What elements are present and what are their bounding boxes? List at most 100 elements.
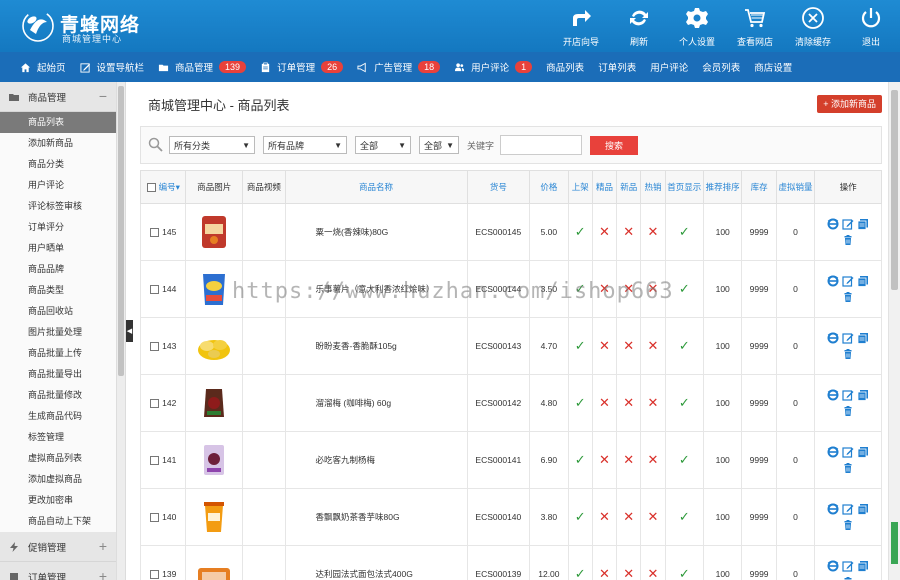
sidebar-item[interactable]: 商品列表	[0, 112, 125, 133]
trash-icon[interactable]	[842, 576, 854, 580]
clear-cache-button[interactable]: 清除缓存	[784, 0, 842, 52]
cell-stock[interactable]: 9999	[741, 203, 777, 261]
nav-product-management[interactable]: 商品管理 139	[158, 60, 247, 74]
nav-setup-navbar[interactable]: 设置导航栏	[79, 60, 144, 74]
cell-stock[interactable]: 9999	[741, 545, 777, 580]
view-ie-icon[interactable]	[827, 218, 839, 230]
col-home[interactable]: 首页显示	[664, 170, 704, 204]
cell-sn[interactable]: ECS000143	[466, 317, 531, 375]
expand-toggle[interactable]: +	[99, 539, 107, 553]
cell-virtual[interactable]: 0	[775, 374, 816, 432]
copy-icon[interactable]	[857, 560, 869, 572]
cell-virtual[interactable]: 0	[775, 260, 816, 318]
status-no-icon[interactable]: ✕	[648, 338, 659, 353]
sidebar-item[interactable]: 商品批量导出	[0, 364, 125, 385]
col-hot[interactable]: 热销	[640, 170, 666, 204]
cell-sn[interactable]: ECS000140	[466, 488, 531, 546]
cell-sort[interactable]: 100	[702, 374, 743, 432]
nav-order-management[interactable]: 订单管理 26	[260, 60, 344, 74]
cell-price[interactable]: 5.00	[529, 203, 569, 261]
col-onsale[interactable]: 上架	[567, 170, 593, 204]
status-yes-icon[interactable]: ✓	[575, 395, 586, 410]
cell-sort[interactable]: 100	[702, 545, 743, 580]
status-yes-icon[interactable]: ✓	[679, 452, 690, 467]
status-no-icon[interactable]: ✕	[623, 452, 634, 467]
cell-stock[interactable]: 9999	[741, 374, 777, 432]
sidebar-item[interactable]: 更改加密串	[0, 490, 125, 511]
status-no-icon[interactable]: ✕	[599, 509, 610, 524]
sidebar-item[interactable]: 商品批量修改	[0, 385, 125, 406]
copy-icon[interactable]	[857, 503, 869, 515]
cell-price[interactable]: 12.00	[529, 545, 569, 580]
nav-product-list[interactable]: 商品列表	[546, 60, 584, 74]
status-no-icon[interactable]: ✕	[648, 452, 659, 467]
view-store-button[interactable]: 查看网店	[726, 0, 784, 52]
nav-ad-management[interactable]: 广告管理 18	[357, 60, 441, 74]
sidebar-item[interactable]: 虚拟商品列表	[0, 448, 125, 469]
edit-icon[interactable]	[842, 503, 854, 515]
sidebar-item[interactable]: 标签管理	[0, 427, 125, 448]
status-yes-icon[interactable]: ✓	[575, 452, 586, 467]
cell-sort[interactable]: 100	[702, 488, 743, 546]
status-no-icon[interactable]: ✕	[648, 566, 659, 580]
sidebar-item[interactable]: 图片批量处理	[0, 322, 125, 343]
status-no-icon[interactable]: ✕	[599, 281, 610, 296]
status-no-icon[interactable]: ✕	[599, 338, 610, 353]
sidebar-item[interactable]: 商品类型	[0, 280, 125, 301]
edit-icon[interactable]	[842, 446, 854, 458]
sidebar-item[interactable]: 评论标签审核	[0, 196, 125, 217]
status-no-icon[interactable]: ✕	[648, 509, 659, 524]
nav-comments[interactable]: 用户评论	[650, 60, 688, 74]
col-new[interactable]: 新品	[616, 170, 642, 204]
select-all-checkbox[interactable]	[146, 183, 156, 193]
collapse-toggle[interactable]: −	[99, 89, 107, 103]
cell-name[interactable]: 盼盼麦香-香脆酥105g	[284, 317, 468, 375]
scrollbar-thumb[interactable]	[891, 90, 898, 290]
status-yes-icon[interactable]: ✓	[575, 509, 586, 524]
cell-name[interactable]: 必吃客九制杨梅	[284, 431, 468, 489]
sidebar-item[interactable]: 用户评论	[0, 175, 125, 196]
view-ie-icon[interactable]	[827, 503, 839, 515]
cell-virtual[interactable]: 0	[775, 203, 816, 261]
add-product-button[interactable]: + 添加新商品	[817, 95, 882, 113]
view-ie-icon[interactable]	[827, 560, 839, 572]
category-select[interactable]: 所有分类 ▼	[169, 136, 255, 154]
nav-store-settings[interactable]: 商店设置	[754, 60, 792, 74]
keyword-input[interactable]	[500, 135, 583, 155]
cell-stock[interactable]: 9999	[741, 431, 777, 489]
sidebar-group-products[interactable]: 商品管理 −	[0, 82, 125, 112]
product-thumbnail[interactable]	[194, 440, 234, 480]
status-no-icon[interactable]: ✕	[623, 224, 634, 239]
status-yes-icon[interactable]: ✓	[575, 566, 586, 580]
cell-price[interactable]: 4.80	[529, 374, 569, 432]
sidebar-item[interactable]: 添加虚拟商品	[0, 469, 125, 490]
sidebar-group-orders[interactable]: 订单管理 +	[0, 562, 125, 580]
edit-icon[interactable]	[842, 389, 854, 401]
copy-icon[interactable]	[857, 218, 869, 230]
cell-virtual[interactable]: 0	[775, 431, 816, 489]
status-no-icon[interactable]: ✕	[648, 224, 659, 239]
sidebar-item[interactable]: 添加新商品	[0, 133, 125, 154]
brand-select[interactable]: 所有品牌 ▼	[263, 136, 347, 154]
sidebar-item[interactable]: 生成商品代码	[0, 406, 125, 427]
product-thumbnail[interactable]	[194, 269, 234, 309]
cell-sort[interactable]: 100	[702, 317, 743, 375]
col-virtual[interactable]: 虚拟销量	[775, 170, 816, 204]
cell-sort[interactable]: 100	[702, 260, 743, 318]
status-yes-icon[interactable]: ✓	[575, 224, 586, 239]
scrollbar-thumb[interactable]	[118, 86, 124, 376]
cell-sn[interactable]: ECS000142	[466, 374, 531, 432]
store-wizard-button[interactable]: 开店向导	[552, 0, 610, 52]
status-no-icon[interactable]: ✕	[599, 224, 610, 239]
status-no-icon[interactable]: ✕	[599, 566, 610, 580]
col-sort[interactable]: 推荐排序	[702, 170, 743, 204]
col-stock[interactable]: 库存	[741, 170, 777, 204]
cell-stock[interactable]: 9999	[741, 260, 777, 318]
product-thumbnail[interactable]	[194, 497, 234, 537]
cell-name[interactable]: 达利园法式面包法式400G	[284, 545, 468, 580]
nav-user-comments[interactable]: 用户评论 1	[454, 60, 533, 74]
edit-icon[interactable]	[842, 560, 854, 572]
cell-price[interactable]: 3.80	[529, 488, 569, 546]
copy-icon[interactable]	[857, 275, 869, 287]
trash-icon[interactable]	[842, 519, 854, 531]
